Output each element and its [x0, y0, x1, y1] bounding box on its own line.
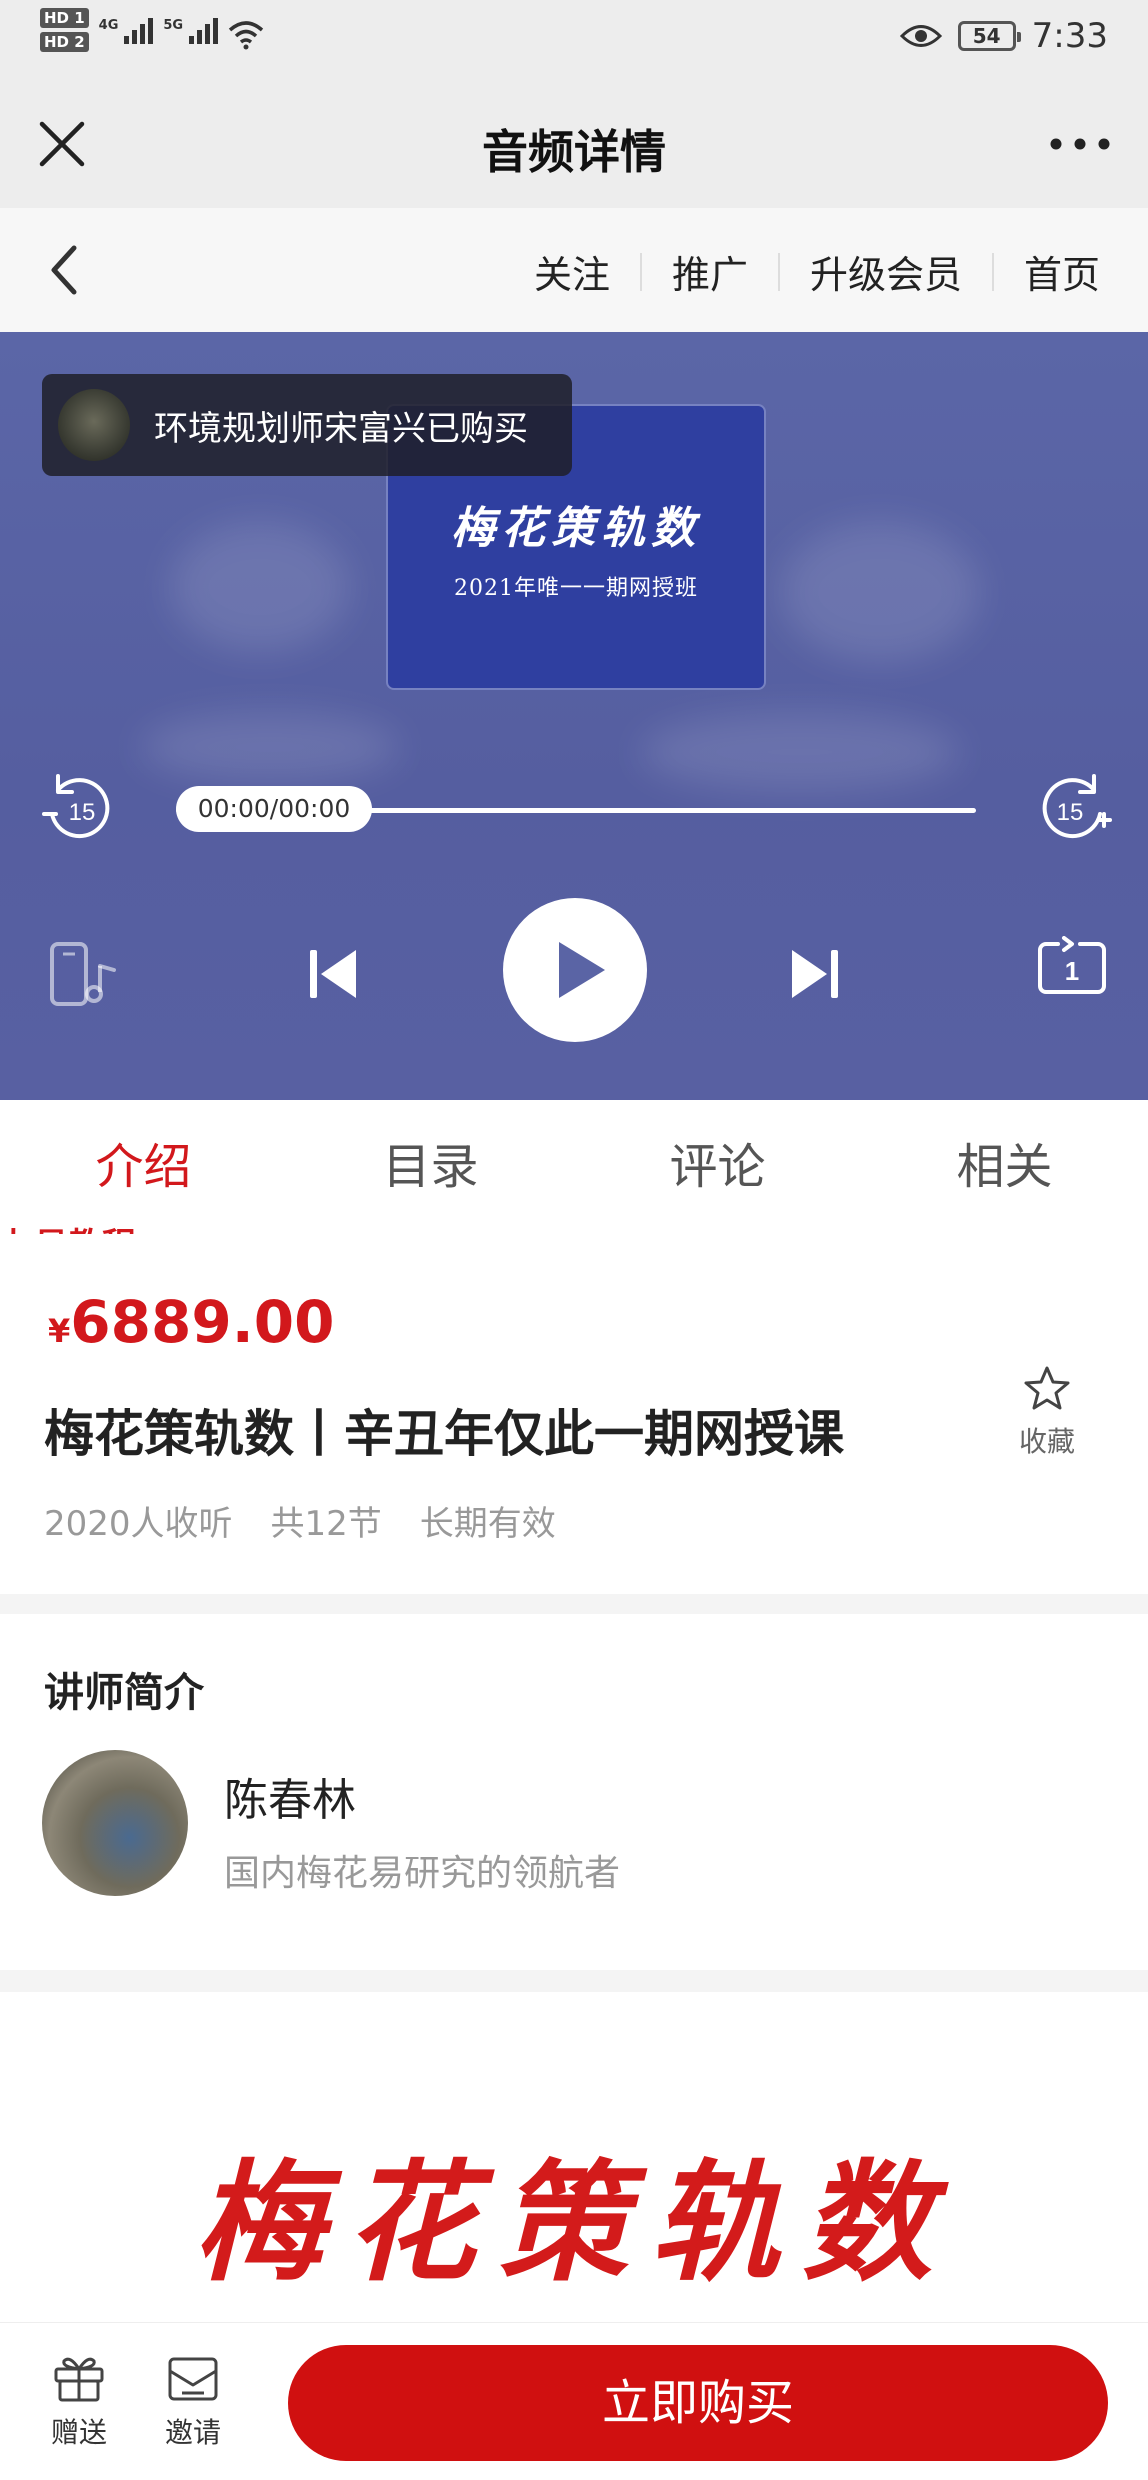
title-bar: 音频详情	[0, 80, 1148, 208]
forward-label: 15	[1057, 799, 1084, 826]
rewind-15-icon[interactable]: 15	[34, 762, 124, 852]
nav-promote[interactable]: 推广	[642, 244, 778, 299]
content-tabs: 介绍 目录 评论 相关	[0, 1100, 1148, 1234]
tab-related[interactable]: 相关	[861, 1100, 1148, 1234]
buy-now-button[interactable]: 立即购买	[288, 2345, 1108, 2461]
progress-bar[interactable]: 00:00/00:00	[176, 786, 976, 836]
gift-label: 赠送	[50, 2416, 107, 2449]
cover-title: 梅花策轨数	[451, 503, 701, 554]
invite-button[interactable]: 邀请	[148, 2353, 238, 2451]
instructor-heading: 讲师简介	[44, 1670, 204, 1716]
rewind-label: 15	[69, 799, 96, 826]
favorite-button[interactable]: 收藏	[1002, 1364, 1092, 1460]
signal-icon: 4G	[99, 18, 154, 44]
instructor-name: 陈春林	[224, 1775, 356, 1826]
network1-label: 4G	[98, 18, 119, 33]
background-blur	[170, 522, 350, 652]
back-chevron-icon[interactable]	[30, 234, 102, 306]
clock: 7:33	[1031, 16, 1108, 56]
toast-text: 环境规划师宋富兴已购买	[154, 408, 528, 449]
device-music-icon[interactable]	[48, 940, 124, 1010]
nav-links: 关注 推广 升级会员 首页	[504, 244, 1130, 299]
banner-text: 梅花策轨数	[193, 2146, 954, 2299]
listener-count: 2020人收听	[44, 1504, 233, 1544]
page: HD 1 HD 2 4G 5G 54 7:33 音频详情 关注 推广 升级会员 …	[0, 0, 1148, 2480]
invite-icon	[168, 2357, 218, 2401]
background-blur	[780, 522, 980, 662]
tab-catalog[interactable]: 目录	[287, 1100, 574, 1234]
instructor-section: 讲师简介 陈春林 国内梅花易研究的领航者	[0, 1614, 1148, 1970]
purchase-toast: 环境规划师宋富兴已购买	[42, 374, 572, 476]
status-left: HD 1 HD 2 4G 5G	[40, 8, 264, 52]
speed-icon[interactable]: 1	[1034, 936, 1110, 1002]
progress-time[interactable]: 00:00/00:00	[176, 786, 372, 832]
network2-label: 5G	[163, 18, 184, 33]
sim2-badge: HD 2	[40, 32, 89, 52]
price: ¥6889.00	[48, 1288, 334, 1356]
tab-intro[interactable]: 介绍	[0, 1100, 287, 1234]
section-divider	[0, 1594, 1148, 1614]
previous-track-icon[interactable]	[306, 944, 360, 1004]
play-button[interactable]	[503, 898, 647, 1042]
instructor-description: 国内梅花易研究的领航者	[224, 1853, 621, 1894]
gift-icon	[54, 2357, 104, 2402]
speed-label: 1	[1065, 956, 1079, 986]
more-icon[interactable]	[1040, 112, 1120, 176]
invite-label: 邀请	[164, 2416, 221, 2449]
course-info: ¥6889.00 梅花策轨数丨辛丑年仅此一期网授课 2020人收听 共12节 长…	[0, 1234, 1148, 1594]
sim-indicators: HD 1 HD 2	[40, 8, 89, 52]
favorite-label: 收藏	[1018, 1425, 1075, 1458]
status-bar: HD 1 HD 2 4G 5G 54 7:33	[0, 0, 1148, 80]
price-value: 6889.00	[70, 1288, 335, 1356]
validity: 长期有效	[419, 1504, 556, 1544]
gift-button[interactable]: 赠送	[34, 2353, 124, 2451]
audio-player: 梅花策轨数 2021年唯一一期网授班 环境规划师宋富兴已购买 15 00:00/…	[0, 332, 1148, 1100]
forward-15-icon[interactable]: 15	[1028, 762, 1118, 852]
eye-icon	[899, 25, 942, 47]
status-right: 54 7:33	[899, 16, 1108, 56]
sim1-badge: HD 1	[40, 8, 89, 28]
course-title: 梅花策轨数丨辛丑年仅此一期网授课	[44, 1405, 844, 1463]
signal-icon-2: 5G	[163, 18, 219, 44]
wifi-icon	[228, 21, 264, 50]
bottom-bar: 赠送 邀请 立即购买	[0, 2322, 1148, 2480]
lesson-count: 共12节	[270, 1504, 382, 1544]
nav-follow[interactable]: 关注	[504, 244, 640, 299]
avatar	[58, 389, 130, 461]
section-divider	[0, 1970, 1148, 1992]
background-blur	[640, 712, 960, 792]
course-meta: 2020人收听 共12节 长期有效	[44, 1496, 556, 1545]
calligraphy-banner: 梅花策轨数	[0, 1992, 1148, 2322]
currency-symbol: ¥	[48, 1312, 71, 1350]
page-title: 音频详情	[482, 125, 666, 179]
nav-upgrade-member[interactable]: 升级会员	[780, 244, 992, 299]
star-icon	[1024, 1366, 1070, 1410]
instructor-avatar[interactable]	[42, 1750, 188, 1896]
background-blur	[140, 712, 400, 782]
sub-nav: 关注 推广 升级会员 首页	[0, 208, 1148, 332]
nav-home[interactable]: 首页	[994, 244, 1130, 299]
next-track-icon[interactable]	[788, 944, 842, 1004]
tab-comments[interactable]: 评论	[574, 1100, 861, 1234]
cover-subtitle: 2021年唯一一期网授班	[454, 576, 698, 601]
battery-icon: 54	[957, 21, 1021, 51]
